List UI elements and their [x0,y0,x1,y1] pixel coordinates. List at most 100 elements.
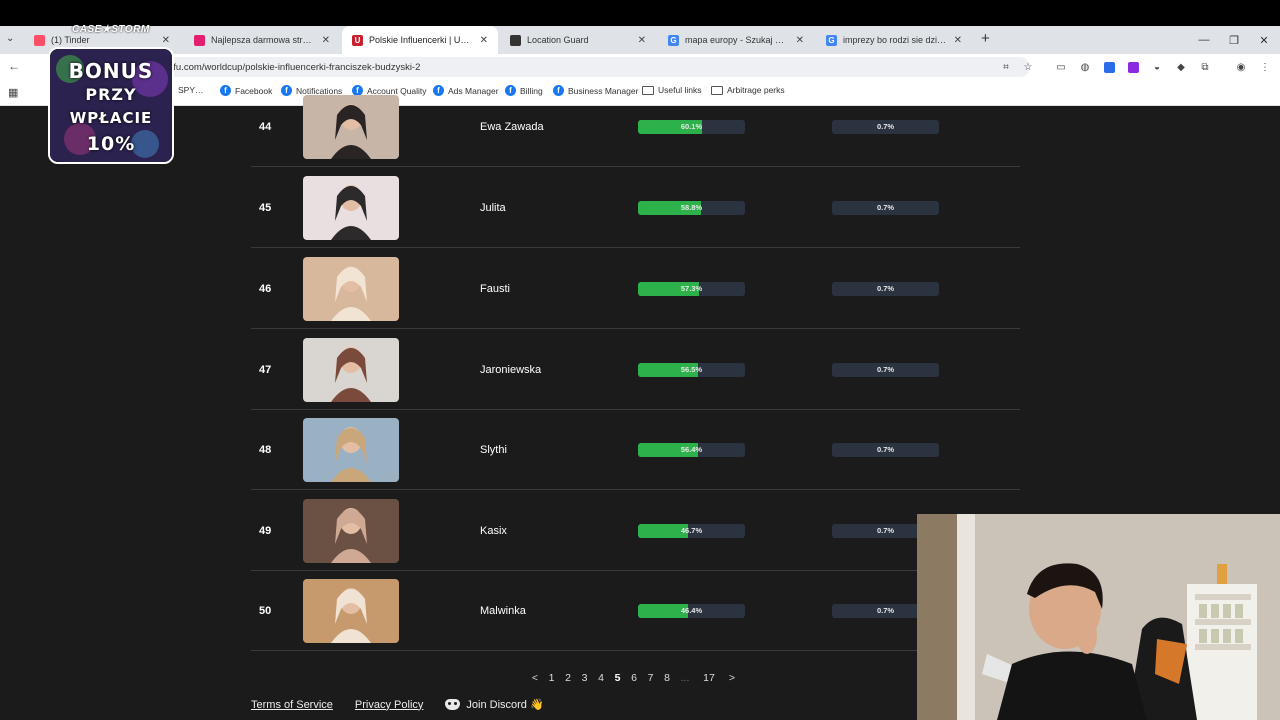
win-rate-label: 60.1% [680,122,703,131]
win-rate-bar: 46.7% [638,524,745,538]
influencer-name: Kasix [480,525,507,537]
tab-search-icon[interactable]: ⌄ [6,33,14,44]
camera-icon[interactable]: ▭ [1053,59,1069,75]
influencer-photo[interactable] [303,257,399,321]
page-number[interactable]: 3 [576,672,593,686]
location-guard-icon[interactable]: ◆ [1173,59,1189,75]
tab-close-icon[interactable]: ✕ [322,35,330,46]
browser-tab[interactable]: U Polskie Influencerki | UwUFUFU ✕ [342,26,498,54]
win-rate-label: 46.7% [680,526,703,535]
ranking-row: 49 Kasix 46.7% 0.7% [251,491,1020,571]
terms-link[interactable]: Terms of Service [251,699,333,711]
champion-rate-label: 0.7% [876,445,895,454]
tab-title: Location Guard [527,35,589,45]
browser-tab[interactable]: Gimprezy bo rodzi sie dziecko - S ✕ [816,26,972,54]
influencer-photo[interactable] [303,499,399,563]
bookmark-star-icon[interactable]: ☆ [1020,59,1036,75]
pagination: <1 2 3 4 5 6 7 8... 17 > [527,672,741,686]
url-input[interactable]: ufu.com/worldcup/polskie-influencerki-fr… [150,57,1030,77]
tab-favicon-icon: U [352,34,363,46]
webcam-overlay [917,514,1280,720]
browser-tab[interactable]: Najlepsza darmowa strona i ap… ✕ [184,26,340,54]
translate-icon[interactable]: ⌗ [998,59,1014,75]
promo-line-1: BONUS [68,59,154,83]
minimize-icon[interactable]: — [1188,26,1220,54]
rank-number: 49 [259,525,272,537]
screen-top-bar [0,0,1280,26]
influencer-photo[interactable] [303,338,399,402]
page-number[interactable]: 17 [695,672,723,686]
extensions-puzzle-icon[interactable]: ⧉ [1197,59,1213,75]
ranking-row: 48 Slythi 56.4% 0.7% [251,410,1020,490]
tab-close-icon[interactable]: ✕ [480,35,488,46]
menu-kebab-icon[interactable]: ⋮ [1257,59,1273,75]
champion-rate-label: 0.7% [876,365,895,374]
rank-number: 45 [259,202,272,214]
influencer-name: Julita [480,202,506,214]
win-rate-label: 56.4% [680,445,703,454]
join-discord-link[interactable]: Join Discord 👋 [466,698,543,711]
champion-rate-label: 0.7% [876,203,895,212]
casestorm-logo: CASE★STORM [72,24,150,35]
influencer-photo[interactable] [303,95,399,159]
tab-close-icon[interactable]: ✕ [638,35,646,46]
close-window-icon[interactable]: ✕ [1248,26,1280,54]
browser-tab[interactable]: Location Guard ✕ [500,26,656,54]
discord-icon [445,699,461,710]
facebook-icon: f [220,85,231,96]
rank-number: 47 [259,364,272,376]
tab-favicon-icon: G [826,34,837,46]
win-rate-bar: 60.1% [638,120,745,134]
win-rate-label: 57.3% [680,284,703,293]
win-rate-bar: 56.5% [638,363,745,377]
webcam-scene [917,514,1280,720]
influencer-name: Slythi [480,444,507,456]
tab-close-icon[interactable]: ✕ [954,35,962,46]
influencer-photo[interactable] [303,418,399,482]
champion-rate-bar: 0.7% [832,363,939,377]
bookmark-item[interactable]: SPY… [178,85,204,95]
promo-line-2: PRZY [85,85,137,104]
privacy-link[interactable]: Privacy Policy [355,699,423,711]
bookmark-label: SPY… [178,85,204,95]
back-icon[interactable]: ← [8,59,20,73]
restore-icon[interactable]: ❐ [1218,26,1250,54]
apps-grid-icon[interactable]: ▦ [8,86,18,99]
tab-close-icon[interactable]: ✕ [162,35,170,46]
win-rate-bar: 57.3% [638,282,745,296]
win-rate-bar: 58.8% [638,201,745,215]
ranking-row: 45 Julita 58.8% 0.7% [251,168,1020,248]
influencer-name: Fausti [480,283,510,295]
champion-rate-bar: 0.7% [832,201,939,215]
extension-purple-icon[interactable] [1125,59,1141,75]
page-number[interactable]: 2 [560,672,576,686]
influencer-photo[interactable] [303,579,399,643]
win-rate-label: 56.5% [680,365,703,374]
new-tab-button[interactable]: + [981,30,990,47]
tab-close-icon[interactable]: ✕ [796,35,804,46]
rank-number: 46 [259,283,272,295]
page-number[interactable]: 5 [609,672,626,686]
profile-icon[interactable]: ◉ [1233,59,1249,75]
tab-title: Najlepsza darmowa strona i ap… [211,35,316,45]
page-number[interactable]: 8 [659,672,675,686]
ranking-row: 50 Malwinka 46.4% 0.7% [251,571,1020,651]
prev-page-button[interactable]: < [527,672,543,686]
promo-badge: BONUS PRZY WPŁACIE 10% [48,47,174,164]
win-rate-label: 58.8% [680,203,703,212]
champion-rate-label: 0.7% [876,284,895,293]
footer: Terms of Service Privacy Policy Join Dis… [251,698,544,712]
extension-icon[interactable]: ◍ [1077,59,1093,75]
extension-mask-icon[interactable]: ◒ [1149,59,1165,75]
extension-blue-icon[interactable] [1101,59,1117,75]
url-text: ufu.com/worldcup/polskie-influencerki-fr… [168,61,421,73]
browser-tab[interactable]: Gmapa europy - Szukaj w Google ✕ [658,26,814,54]
champion-rate-bar: 0.7% [832,282,939,296]
page-number[interactable]: 6 [626,672,642,686]
page-number[interactable]: 1 [543,672,560,686]
page-number[interactable]: 4 [593,672,609,686]
influencer-photo[interactable] [303,176,399,240]
page-number[interactable]: 7 [642,672,659,686]
next-page-button[interactable]: > [723,672,741,686]
tab-title: mapa europy - Szukaj w Google [685,35,790,45]
